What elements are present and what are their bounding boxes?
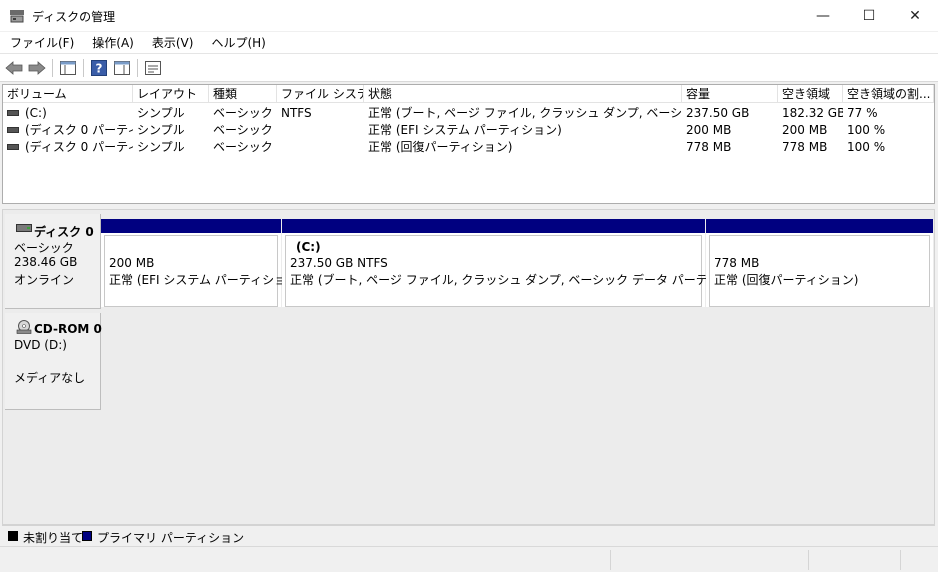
column-type[interactable]: 種類	[209, 85, 277, 103]
layout-cell: シンプル	[137, 106, 185, 120]
partition-status: 正常 (回復パーティション)	[714, 273, 859, 287]
disk-size: 238.46 GB	[14, 255, 78, 269]
column-volume[interactable]: ボリューム	[3, 85, 133, 103]
window-title: ディスクの管理	[32, 10, 116, 24]
column-free-space[interactable]: 空き領域	[778, 85, 843, 103]
column-capacity[interactable]: 容量	[682, 85, 778, 103]
forward-arrow-icon[interactable]	[27, 58, 47, 78]
partition-label: (C:)	[296, 240, 321, 254]
maximize-button[interactable]: ☐	[846, 0, 892, 32]
partition-efi[interactable]: 200 MB 正常 (EFI システム パーティション)	[101, 219, 303, 307]
layout-cell: シンプル	[137, 123, 185, 137]
legend-label: 未割り当て	[23, 531, 84, 545]
volume-list: ボリューム レイアウト 種類 ファイル システム 状態 容量 空き領域 空き領域…	[2, 84, 935, 204]
type-cell: ベーシック	[213, 140, 273, 154]
disk-status: メディアなし	[14, 371, 86, 385]
file-system-cell	[281, 122, 364, 139]
hard-disk-icon	[16, 224, 32, 232]
free-percent-cell: 100 %	[847, 123, 886, 137]
toolbar-separator	[83, 59, 84, 77]
disk-name: ディスク 0	[34, 225, 94, 239]
partition-size: 237.50 GB NTFS	[290, 256, 388, 270]
type-cell: ベーシック	[213, 123, 273, 137]
column-status[interactable]: 状態	[364, 85, 682, 103]
disk-management-app-icon	[10, 10, 24, 23]
status-divider	[610, 550, 611, 570]
table-row[interactable]: (ディスク 0 パーティシ... シンプル ベーシック 正常 (回復パーティショ…	[3, 139, 934, 156]
column-layout[interactable]: レイアウト	[133, 85, 209, 103]
status-bar	[0, 546, 938, 572]
cd-drive-icon	[16, 320, 32, 334]
primary-partition-bar	[101, 219, 281, 233]
disk-type: ベーシック	[14, 241, 74, 255]
partition-body: (C:) 237.50 GB NTFS 正常 (ブート, ページ ファイル, ク…	[285, 235, 760, 307]
menu-help[interactable]: ヘルプ(H)	[201, 34, 273, 51]
svg-text:?: ?	[96, 62, 103, 76]
status-cell: 正常 (ブート, ページ ファイル, クラッシュ ダンプ, ベーシック データ …	[368, 106, 682, 120]
toolbar-separator	[137, 59, 138, 77]
column-free-percent[interactable]: 空き領域の割...	[843, 85, 934, 103]
column-file-system[interactable]: ファイル システム	[277, 85, 364, 103]
free-space-cell: 778 MB	[782, 140, 828, 154]
toolbar: ?	[0, 54, 938, 82]
volume-cell: (ディスク 0 パーティシ...	[25, 123, 133, 137]
disk-0-label[interactable]: ディスク 0 ベーシック 238.46 GB オンライン	[5, 214, 101, 309]
status-divider	[900, 550, 901, 570]
file-system-cell	[281, 139, 364, 156]
minimize-button[interactable]: —	[800, 0, 846, 32]
legend-label: プライマリ パーティション	[97, 531, 245, 545]
free-space-cell: 182.32 GB	[782, 106, 843, 120]
status-divider	[808, 550, 809, 570]
primary-partition-bar	[706, 219, 933, 233]
legend-swatch-unallocated	[8, 531, 18, 541]
volume-cell: (C:)	[25, 106, 47, 120]
partition-size: 200 MB	[109, 256, 155, 270]
menu-file[interactable]: ファイル(F)	[0, 34, 82, 51]
capacity-cell: 200 MB	[686, 123, 732, 137]
volume-table-header: ボリューム レイアウト 種類 ファイル システム 状態 容量 空き領域 空き領域…	[3, 85, 934, 103]
menu-action[interactable]: 操作(A)	[82, 34, 142, 51]
help-icon[interactable]: ?	[89, 58, 109, 78]
partition-size: 778 MB	[714, 256, 760, 270]
properties-icon[interactable]	[143, 58, 163, 78]
partition-body: 778 MB 正常 (回復パーティション)	[709, 235, 930, 307]
layout-cell: シンプル	[137, 140, 185, 154]
volume-icon	[7, 144, 19, 150]
legend-swatch-primary	[82, 531, 92, 541]
volume-icon	[7, 110, 19, 116]
menu-view[interactable]: 表示(V)	[142, 34, 202, 51]
disk-status: オンライン	[14, 273, 75, 287]
free-percent-cell: 77 %	[847, 106, 878, 120]
back-arrow-icon[interactable]	[4, 58, 24, 78]
volume-icon	[7, 127, 19, 133]
disk-drive: DVD (D:)	[14, 338, 67, 352]
primary-partition-bar	[282, 219, 705, 233]
toolbar-separator	[52, 59, 53, 77]
close-button[interactable]: ✕	[892, 0, 938, 32]
show-pane-icon[interactable]	[112, 58, 132, 78]
cdrom-0-label[interactable]: CD-ROM 0 DVD (D:) メディアなし	[5, 313, 102, 410]
file-system-cell: NTFS	[281, 106, 312, 120]
title-bar: ディスクの管理 — ☐ ✕	[0, 0, 938, 32]
partition-status: 正常 (EFI システム パーティション)	[109, 273, 303, 287]
partition-body: 200 MB 正常 (EFI システム パーティション)	[104, 235, 303, 307]
volume-cell: (ディスク 0 パーティシ...	[25, 140, 133, 154]
capacity-cell: 778 MB	[686, 140, 732, 154]
free-space-cell: 200 MB	[782, 123, 828, 137]
partition-c[interactable]: (C:) 237.50 GB NTFS 正常 (ブート, ページ ファイル, ク…	[282, 219, 760, 307]
disk-name: CD-ROM 0	[34, 322, 102, 336]
status-cell: 正常 (回復パーティション)	[368, 140, 513, 154]
status-cell: 正常 (EFI システム パーティション)	[368, 123, 562, 137]
table-row[interactable]: (ディスク 0 パーティシ... シンプル ベーシック 正常 (EFI システム…	[3, 122, 934, 139]
free-percent-cell: 100 %	[847, 140, 886, 154]
type-cell: ベーシック	[213, 106, 273, 120]
disk-graphical-view: ディスク 0 ベーシック 238.46 GB オンライン 200 MB 正常 (…	[2, 209, 935, 525]
console-tree-icon[interactable]	[58, 58, 78, 78]
partition-recovery[interactable]: 778 MB 正常 (回復パーティション)	[706, 219, 933, 307]
menu-bar: ファイル(F) 操作(A) 表示(V) ヘルプ(H)	[0, 32, 938, 54]
legend: 未割り当て プライマリ パーティション	[2, 525, 935, 545]
table-row[interactable]: (C:) シンプル ベーシック NTFS 正常 (ブート, ページ ファイル, …	[3, 105, 934, 122]
capacity-cell: 237.50 GB	[686, 106, 750, 120]
partition-status: 正常 (ブート, ページ ファイル, クラッシュ ダンプ, ベーシック データ …	[290, 273, 760, 287]
